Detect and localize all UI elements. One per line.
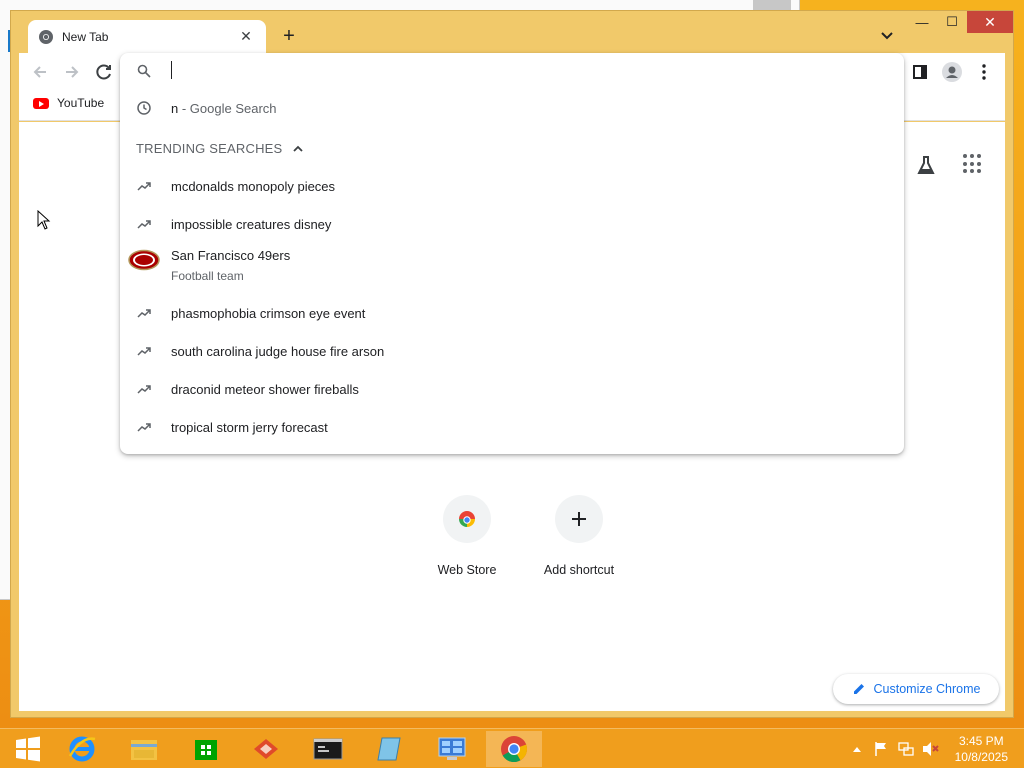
- trending-text: mcdonalds monopoly pieces: [171, 178, 336, 194]
- shortcut-label: Web Store: [437, 563, 497, 577]
- chevron-up-icon: [293, 145, 304, 152]
- trending-icon: [137, 385, 151, 394]
- red-app-icon: [254, 739, 278, 759]
- omnibox-row: [120, 53, 904, 89]
- command-prompt-icon: [313, 738, 343, 760]
- notepad-icon: [377, 737, 401, 761]
- trending-item[interactable]: draconid meteor shower fireballs: [120, 370, 904, 408]
- web-store-icon: [443, 495, 491, 543]
- chrome-icon: [501, 736, 528, 763]
- new-tab-button[interactable]: +: [277, 25, 301, 49]
- suggestion-text: n - Google Search: [171, 100, 277, 116]
- shortcut-web-store[interactable]: Web Store: [411, 495, 523, 577]
- omnibox-dropdown: n - Google Search TRENDING SEARCHES mcdo…: [120, 53, 904, 454]
- taskbar-chrome[interactable]: [486, 731, 542, 767]
- trending-searches-header[interactable]: TRENDING SEARCHES: [136, 141, 304, 156]
- trending-item[interactable]: tropical storm jerry forecast: [120, 408, 904, 446]
- taskbar: 3:45 PM 10/8/2025: [0, 728, 1024, 768]
- trending-subtitle: Football team: [171, 269, 244, 283]
- minimize-button[interactable]: —: [907, 11, 937, 33]
- customize-label: Customize Chrome: [873, 682, 981, 696]
- taskbar-store[interactable]: [178, 731, 234, 767]
- trending-item[interactable]: impossible creatures disney: [120, 205, 904, 243]
- taskbar-app-red[interactable]: [238, 731, 294, 767]
- trending-text: impossible creatures disney: [171, 216, 332, 232]
- search-icon: [137, 64, 151, 78]
- clock-icon: [137, 101, 151, 115]
- google-apps-icon[interactable]: [963, 154, 983, 174]
- taskbar-control-panel[interactable]: [424, 731, 480, 767]
- trending-text: San Francisco 49ers: [171, 248, 291, 263]
- back-icon[interactable]: [29, 61, 51, 83]
- 49ers-logo-icon: [128, 249, 160, 271]
- text-caret: [171, 61, 172, 79]
- trending-text: south carolina judge house fire arson: [171, 343, 385, 359]
- taskbar-internet-explorer[interactable]: [54, 731, 110, 767]
- action-center-flag-icon[interactable]: [874, 741, 888, 757]
- maximize-button[interactable]: ☐: [937, 11, 967, 33]
- clock-time: 3:45 PM: [958, 734, 1004, 748]
- chrome-favicon-icon: [39, 29, 53, 44]
- customize-chrome-button[interactable]: Customize Chrome: [833, 674, 999, 704]
- reload-icon[interactable]: [93, 61, 115, 83]
- trending-item[interactable]: mcdonalds monopoly pieces: [120, 167, 904, 205]
- show-hidden-icons-icon[interactable]: [852, 745, 862, 753]
- volume-muted-icon[interactable]: [922, 741, 940, 757]
- bookmark-youtube[interactable]: YouTube: [33, 96, 104, 110]
- trending-icon: [137, 182, 151, 191]
- close-button[interactable]: ✕: [967, 11, 1013, 33]
- trending-icon: [137, 347, 151, 356]
- trending-item[interactable]: south carolina judge house fire arson: [120, 332, 904, 370]
- trending-text: phasmophobia crimson eye event: [171, 305, 366, 321]
- folder-icon: [131, 740, 157, 760]
- windows-logo-icon: [16, 736, 40, 762]
- clock-date: 10/8/2025: [954, 750, 1008, 764]
- trending-icon: [137, 423, 151, 432]
- profile-icon: [942, 62, 962, 82]
- tab-search-chevron-icon[interactable]: [877, 25, 897, 45]
- labs-flask-icon[interactable]: [915, 154, 937, 176]
- taskbar-file-explorer[interactable]: [116, 731, 172, 767]
- tab-close-icon[interactable]: ✕: [236, 28, 256, 45]
- trending-item[interactable]: phasmophobia crimson eye event: [120, 294, 904, 332]
- start-button[interactable]: [0, 731, 56, 767]
- window-controls: — ☐ ✕: [907, 11, 1013, 33]
- trending-entity-item[interactable]: San Francisco 49ers Football team: [120, 243, 904, 287]
- taskbar-notepad[interactable]: [362, 731, 418, 767]
- internet-explorer-icon: [68, 736, 96, 762]
- network-icon[interactable]: [898, 741, 914, 757]
- address-bar-input[interactable]: [170, 61, 870, 81]
- trending-icon: [137, 309, 151, 318]
- pencil-icon: [853, 684, 864, 694]
- profile-avatar[interactable]: [941, 61, 963, 83]
- system-clock[interactable]: 3:45 PM 10/8/2025: [955, 733, 1008, 765]
- forward-icon[interactable]: [61, 61, 83, 83]
- bookmark-label: YouTube: [57, 96, 105, 110]
- tab-new-tab[interactable]: New Tab ✕: [28, 20, 266, 53]
- trending-text: draconid meteor shower fireballs: [171, 381, 359, 397]
- youtube-icon: [33, 97, 49, 109]
- side-panel-icon[interactable]: [909, 61, 931, 83]
- trending-header-label: TRENDING SEARCHES: [136, 141, 283, 156]
- trending-icon: [137, 220, 151, 229]
- mouse-cursor-icon: [37, 210, 51, 230]
- taskbar-command-prompt[interactable]: [300, 731, 356, 767]
- shortcut-add[interactable]: Add shortcut: [523, 495, 635, 577]
- more-menu-icon[interactable]: [973, 61, 995, 83]
- trending-text: tropical storm jerry forecast: [171, 419, 328, 435]
- plus-icon: [555, 495, 603, 543]
- shortcut-label: Add shortcut: [543, 563, 615, 577]
- control-panel-icon: [438, 737, 466, 760]
- history-suggestion[interactable]: n - Google Search: [120, 89, 904, 127]
- title-bar: New Tab ✕ + — ☐ ✕: [11, 11, 1013, 53]
- tab-title: New Tab: [62, 29, 109, 44]
- store-icon: [195, 740, 217, 760]
